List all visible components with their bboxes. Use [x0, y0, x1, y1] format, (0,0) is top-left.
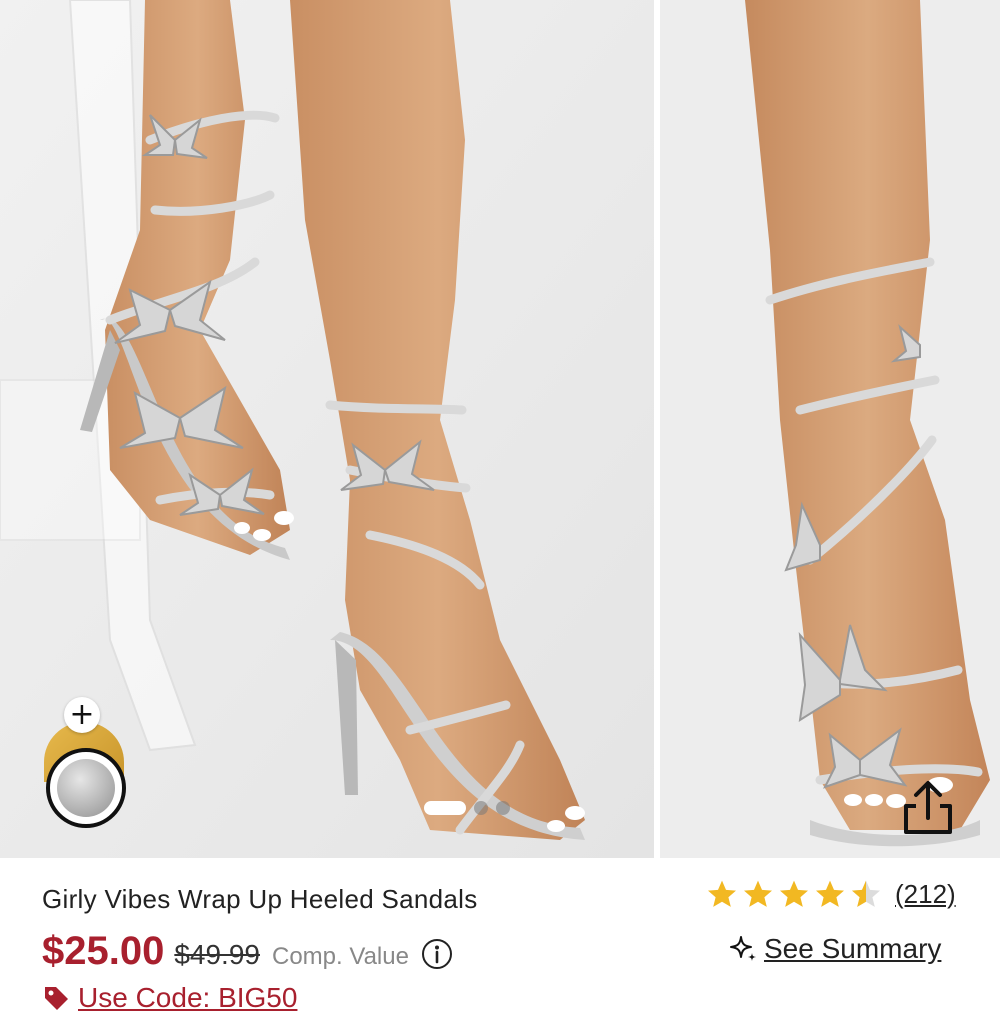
review-count-link[interactable]: (212) — [895, 879, 956, 910]
see-summary-button[interactable]: See Summary — [728, 933, 941, 965]
plus-icon: + — [69, 697, 95, 732]
see-summary-label: See Summary — [764, 933, 942, 964]
star-icon — [708, 880, 736, 907]
pagination-dot-active[interactable] — [424, 801, 466, 815]
info-icon[interactable] — [421, 938, 453, 970]
star-icon — [780, 880, 808, 907]
tag-icon — [45, 987, 68, 1010]
product-photo-secondary[interactable] — [660, 0, 1000, 858]
rating-stars — [705, 878, 883, 910]
promo-code-label: Use Code: BIG50 — [78, 982, 298, 1013]
star-icon — [744, 880, 772, 907]
sale-price: $25.00 — [42, 929, 165, 973]
silver-swatch-fill — [57, 759, 115, 817]
share-icon[interactable] — [898, 778, 958, 838]
pagination-dot[interactable] — [474, 801, 488, 815]
price-row: $25.00 $49.99 Comp. Value — [42, 929, 453, 974]
pagination-dot[interactable] — [496, 801, 510, 815]
original-price: $49.99 — [174, 939, 260, 970]
comp-value-label: Comp. Value — [271, 943, 409, 970]
color-swatch-silver-selected[interactable] — [46, 748, 126, 828]
sparkle-icon — [730, 936, 756, 961]
star-half-icon — [852, 880, 880, 907]
gallery-pagination — [424, 801, 510, 815]
star-icon — [816, 880, 844, 907]
product-title: Girly Vibes Wrap Up Heeled Sandals — [42, 884, 478, 914]
promo-code[interactable]: Use Code: BIG50 — [42, 982, 297, 1014]
product-image-gallery[interactable]: + — [0, 0, 1000, 858]
rating-summary[interactable]: (212) — [705, 878, 956, 910]
product-photo-illustration-2 — [660, 0, 1000, 858]
more-colors-button[interactable]: + — [64, 697, 100, 733]
